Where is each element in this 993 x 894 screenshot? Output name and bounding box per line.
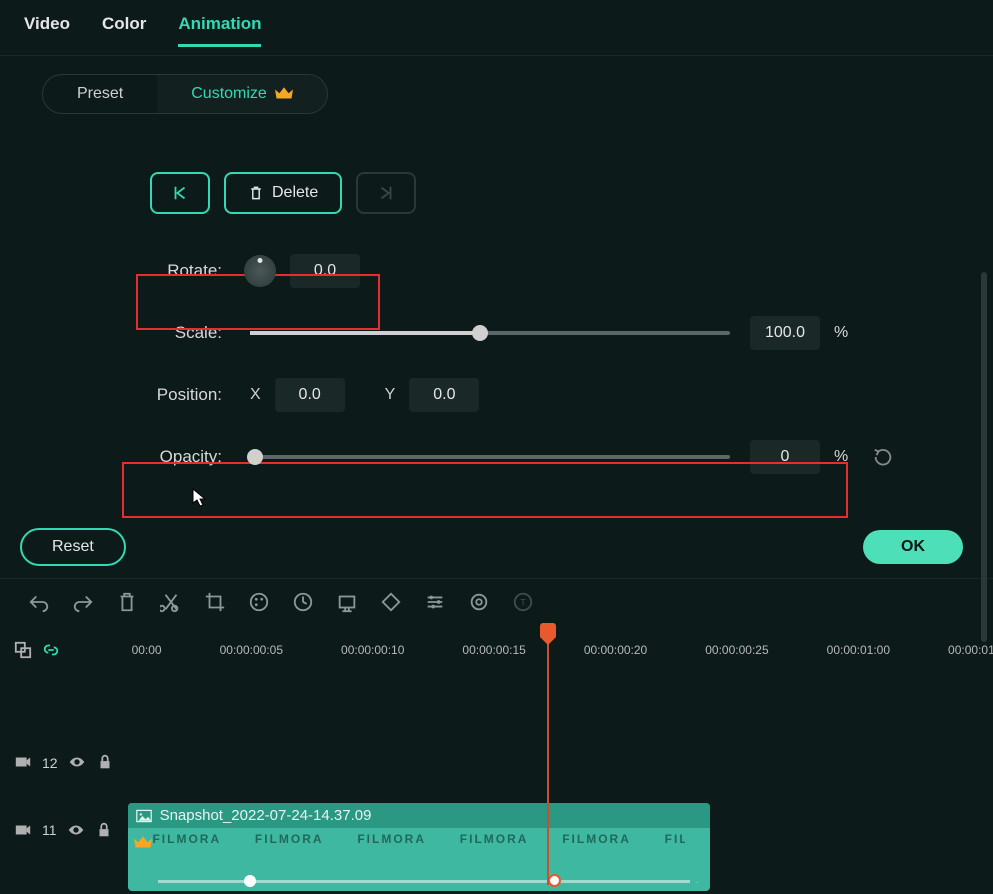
animation-mode-row: Preset Customize: [0, 56, 993, 132]
eye-icon[interactable]: [68, 753, 86, 771]
green-screen-icon[interactable]: [336, 591, 358, 613]
position-y-label: Y: [385, 386, 396, 404]
track-head-1: 12: [0, 675, 128, 785]
track-head-2: 11: [0, 785, 128, 875]
lock-icon[interactable]: [96, 753, 114, 771]
color-palette-icon[interactable]: [248, 591, 270, 613]
tab-animation[interactable]: Animation: [178, 14, 261, 47]
watermark: FILMORA: [152, 832, 221, 846]
watermark: FILMORA: [665, 832, 685, 846]
video-track-icon: [14, 753, 32, 771]
crown-icon: [134, 835, 152, 851]
opacity-highlight: [122, 462, 848, 518]
scale-slider[interactable]: [250, 331, 730, 335]
clip-motion-arrow: [690, 876, 700, 886]
crop-icon[interactable]: [204, 591, 226, 613]
watermark: FILMORA: [357, 832, 426, 846]
ruler-tick: 00:00:00:15: [462, 643, 525, 657]
opacity-slider[interactable]: [250, 455, 730, 459]
rotate-dial[interactable]: [244, 255, 276, 287]
position-label: Position:: [140, 385, 230, 405]
tab-video[interactable]: Video: [24, 14, 70, 47]
position-x-input[interactable]: 0.0: [275, 378, 345, 412]
property-tabs: Video Color Animation: [0, 0, 993, 56]
animation-mode-segment: Preset Customize: [42, 74, 328, 114]
clip-keyframe[interactable]: [244, 875, 256, 887]
segment-customize-label: Customize: [191, 85, 267, 103]
clip-header: Snapshot_2022-07-24-14.37.09: [128, 803, 710, 828]
ruler-tick: 00:00:01:00: [827, 643, 890, 657]
segment-customize[interactable]: Customize: [157, 75, 327, 113]
clip-keyframe-track[interactable]: [158, 880, 698, 883]
ok-button[interactable]: OK: [863, 530, 963, 564]
animation-properties-panel: Delete Rotate: 0.0 Scale: 100.0 % Positi…: [0, 132, 993, 524]
ruler-tick: 00:00:00:05: [220, 643, 283, 657]
keyframe-button-row: Delete: [150, 172, 963, 214]
ruler-tick: 00:00:00:20: [584, 643, 647, 657]
watermark: FILMORA: [255, 832, 324, 846]
scale-slider-thumb[interactable]: [472, 325, 488, 341]
time-ruler[interactable]: 00:00 00:00:00:05 00:00:00:10 00:00:00:1…: [128, 625, 993, 675]
group-icon[interactable]: [14, 641, 32, 659]
timeline: 12 11 00:00 00:00:00:05 00:00:00:10 00:0…: [0, 625, 993, 891]
panel-footer: Reset OK: [0, 524, 993, 579]
clip-watermark-row: FILMORA FILMORA FILMORA FILMORA FILMORA …: [128, 828, 710, 850]
opacity-slider-thumb[interactable]: [247, 449, 263, 465]
ruler-tick: 00:00:00:25: [705, 643, 768, 657]
undo-icon[interactable]: [28, 591, 50, 613]
trash-icon: [248, 185, 264, 201]
position-x-label: X: [250, 386, 261, 404]
panel-scrollbar[interactable]: [981, 272, 987, 642]
reset-button[interactable]: Reset: [20, 528, 126, 566]
delete-keyframe-button[interactable]: Delete: [224, 172, 342, 214]
track-gutter: 12 11: [0, 625, 128, 891]
timeline-clip[interactable]: Snapshot_2022-07-24-14.37.09 FILMORA FIL…: [128, 803, 710, 891]
lock-icon[interactable]: [95, 821, 113, 839]
prev-keyframe-button[interactable]: [150, 172, 210, 214]
link-icon[interactable]: [42, 641, 60, 659]
clip-name: Snapshot_2022-07-24-14.37.09: [160, 807, 372, 824]
watermark: FILMORA: [460, 832, 529, 846]
track-number-1: 12: [42, 755, 58, 771]
scale-value-input[interactable]: 100.0: [750, 316, 820, 350]
delete-label: Delete: [272, 184, 318, 202]
motion-tracking-icon[interactable]: [468, 591, 490, 613]
clip-keyframe-active[interactable]: [548, 874, 561, 887]
cursor-icon: [192, 488, 208, 508]
playhead[interactable]: [547, 625, 549, 885]
ruler-tick: 00:00:00:10: [341, 643, 404, 657]
svg-text:T: T: [520, 598, 526, 608]
watermark: FILMORA: [562, 832, 631, 846]
timeline-tracks[interactable]: 00:00 00:00:00:05 00:00:00:10 00:00:00:1…: [128, 625, 993, 891]
adjust-icon[interactable]: [424, 591, 446, 613]
mask-icon[interactable]: [380, 591, 402, 613]
timeline-toolbar: T: [0, 579, 993, 625]
ruler-tick: 00:00: [132, 643, 162, 657]
tab-color[interactable]: Color: [102, 14, 146, 47]
opacity-reset-icon[interactable]: [872, 446, 894, 468]
scale-unit: %: [834, 324, 848, 342]
trash-icon[interactable]: [116, 591, 138, 613]
track-lane-1[interactable]: [128, 675, 993, 785]
video-track-icon: [14, 821, 32, 839]
position-y-input[interactable]: 0.0: [409, 378, 479, 412]
ruler-tick: 00:00:01:05: [948, 643, 993, 657]
image-icon: [136, 809, 152, 823]
redo-icon[interactable]: [72, 591, 94, 613]
segment-preset[interactable]: Preset: [43, 75, 157, 113]
speed-icon[interactable]: [292, 591, 314, 613]
next-keyframe-button: [356, 172, 416, 214]
track-number-2: 11: [42, 822, 57, 838]
text-icon[interactable]: T: [512, 591, 534, 613]
eye-icon[interactable]: [67, 821, 85, 839]
scissors-icon[interactable]: [160, 591, 182, 613]
crown-icon: [275, 86, 293, 102]
position-row: Position: X 0.0 Y 0.0: [30, 378, 963, 412]
